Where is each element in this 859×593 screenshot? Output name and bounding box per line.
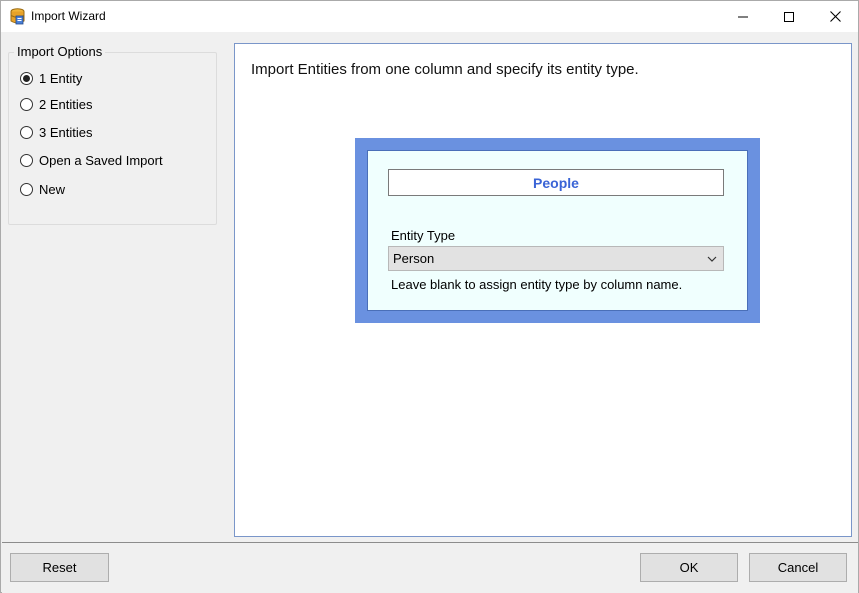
option-label: New [39,182,66,197]
import-options-legend: Import Options [14,44,106,59]
entity-type-value: Person [393,251,435,266]
window-title: Import Wizard [31,9,106,23]
ok-button[interactable]: OK [640,553,738,582]
option-3-entities[interactable]: 3 Entities [20,125,92,140]
main-panel: Import Entities from one column and spec… [234,43,852,537]
cancel-button[interactable]: Cancel [749,553,847,582]
option-2-entities[interactable]: 2 Entities [20,97,92,112]
database-icon [10,8,25,25]
options-panel: Import Options 1 Entity 2 Entities 3 Ent… [1,32,231,542]
maximize-icon [784,11,794,22]
radio-button[interactable] [20,98,33,111]
option-label: 3 Entities [39,125,93,140]
radio-button[interactable] [20,154,33,167]
entity-name-field[interactable]: People [388,169,724,196]
entity-type-label: Entity Type [391,228,456,243]
minimize-icon [738,16,748,17]
entity-type-hint: Leave blank to assign entity type by col… [391,277,683,292]
option-open-saved-import[interactable]: Open a Saved Import [20,153,163,168]
radio-button-checked[interactable] [20,72,33,85]
reset-button[interactable]: Reset [10,553,109,582]
entity-card: People Entity Type Person Leave blank to… [355,138,760,323]
option-label: Open a Saved Import [39,153,163,168]
radio-button[interactable] [20,126,33,139]
minimize-button[interactable] [720,1,766,32]
option-new[interactable]: New [20,182,65,197]
title-bar: Import Wizard [1,1,858,32]
chevron-down-icon [707,256,717,262]
import-description: Import Entities from one column and spec… [251,61,639,78]
option-label: 2 Entities [39,97,93,112]
radio-button[interactable] [20,183,33,196]
entity-type-dropdown[interactable]: Person [388,246,724,271]
close-icon [829,11,841,22]
option-1-entity[interactable]: 1 Entity [20,71,82,86]
option-label: 1 Entity [39,71,83,86]
button-bar: Reset OK Cancel [2,542,858,593]
maximize-button[interactable] [766,1,812,32]
entity-card-body: People Entity Type Person Leave blank to… [367,150,748,311]
close-button[interactable] [812,1,858,32]
import-wizard-window: Import Wizard Import Options 1 Entity 2 … [0,0,859,593]
